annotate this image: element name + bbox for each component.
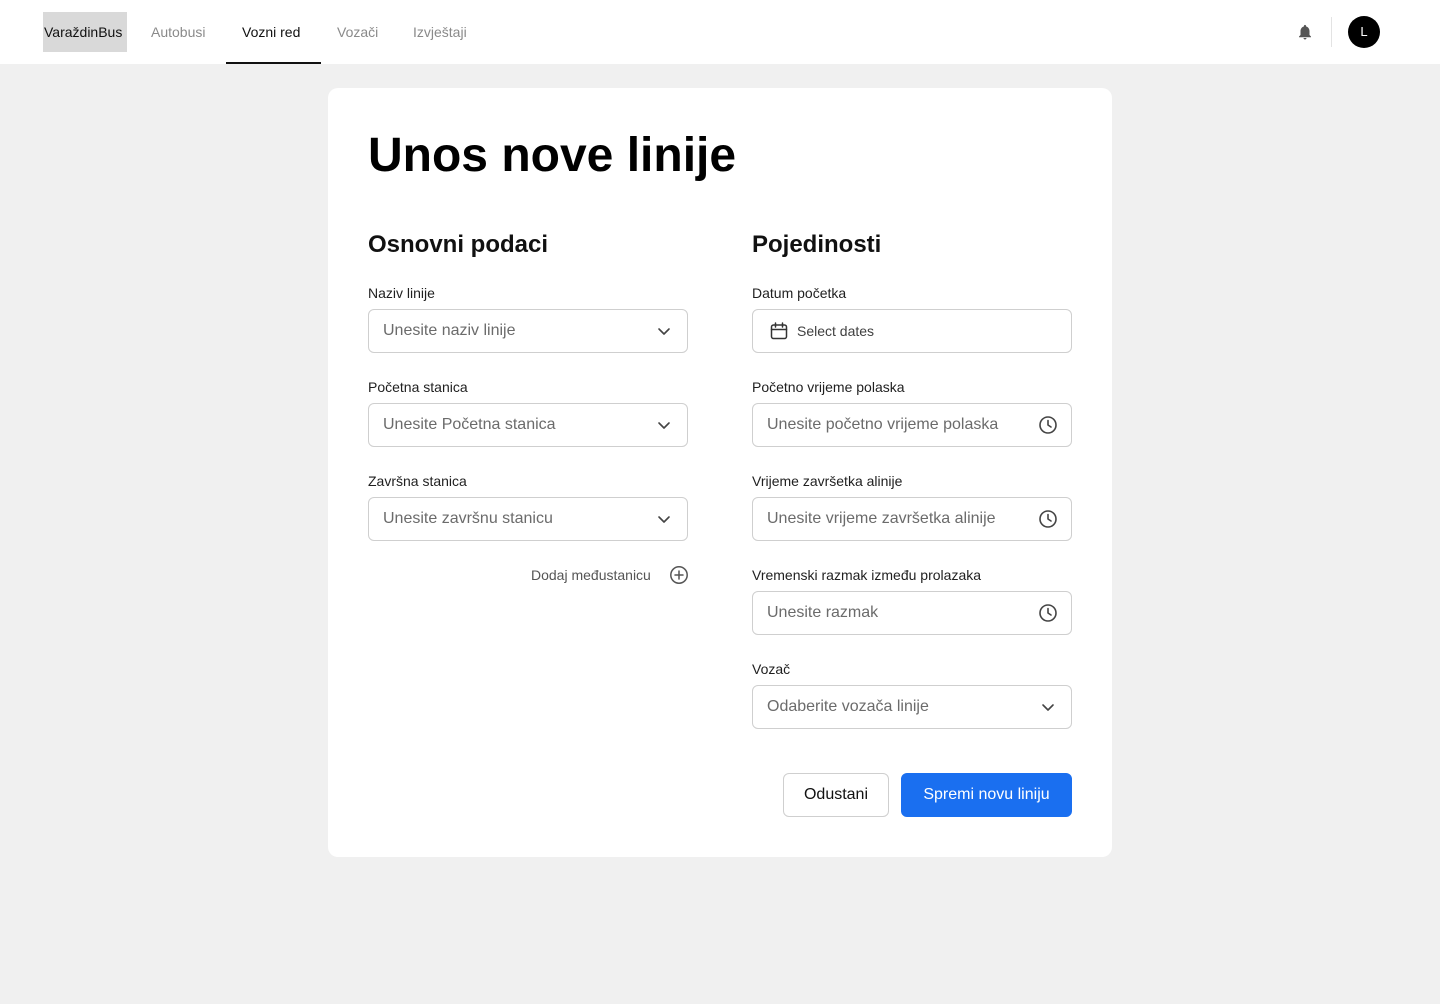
start-station-label: Početna stanica	[368, 379, 468, 395]
chevron-down-icon	[658, 516, 670, 523]
end-time-placeholder: Unesite vrijeme završetka alinije	[767, 510, 996, 527]
add-intermediate-stop-button[interactable]: Dodaj međustanicu	[531, 562, 689, 588]
nav-item-autobusi[interactable]: Autobusi	[151, 0, 205, 64]
nav-item-vozni-red[interactable]: Vozni red	[242, 0, 300, 64]
chevron-down-icon	[658, 422, 670, 429]
clock-icon	[1039, 416, 1057, 434]
start-station-select[interactable]: Unesite Početna stanica	[368, 403, 688, 447]
add-intermediate-stop-label: Dodaj međustanicu	[531, 567, 651, 583]
chevron-down-icon	[1042, 704, 1054, 711]
end-time-input[interactable]: Unesite vrijeme završetka alinije	[752, 497, 1072, 541]
active-nav-indicator	[226, 62, 321, 64]
end-station-label: Završna stanica	[368, 473, 467, 489]
start-date-label: Datum početka	[752, 285, 847, 301]
nav-item-izvjestaji[interactable]: Izvještaji	[413, 0, 467, 64]
interval-placeholder: Unesite razmak	[767, 604, 879, 621]
clock-icon	[1039, 510, 1057, 528]
driver-placeholder: Odaberite vozača linije	[767, 698, 929, 715]
start-station-placeholder: Unesite Početna stanica	[383, 416, 556, 433]
new-line-form-card: Unos nove linije Osnovni podaci Naziv li…	[328, 88, 1112, 857]
plus-circle-icon	[670, 566, 688, 584]
basic-data-heading: Osnovni podaci	[368, 231, 549, 258]
top-navigation-bar: VaraždinBus Autobusi Vozni red Vozači Iz…	[0, 0, 1440, 64]
interval-label: Vremenski razmak između prolazaka	[752, 567, 982, 583]
brand-logo[interactable]: VaraždinBus	[43, 12, 127, 52]
line-name-select[interactable]: Unesite naziv linije	[368, 309, 688, 353]
chevron-down-icon	[658, 328, 670, 335]
start-time-label: Početno vrijeme polaska	[752, 379, 905, 395]
bell-icon[interactable]	[1296, 23, 1314, 41]
cancel-button[interactable]: Odustani	[783, 773, 889, 817]
start-time-input[interactable]: Unesite početno vrijeme polaska	[752, 403, 1072, 447]
nav-item-vozaci[interactable]: Vozači	[337, 0, 378, 64]
header-divider	[1331, 17, 1332, 47]
calendar-icon	[770, 322, 788, 340]
line-name-label: Naziv linije	[368, 285, 435, 301]
end-station-select[interactable]: Unesite završnu stanicu	[368, 497, 688, 541]
start-date-picker[interactable]: Select dates	[752, 309, 1072, 353]
start-time-placeholder: Unesite početno vrijeme polaska	[767, 416, 999, 433]
page-title: Unos nove linije	[368, 129, 737, 182]
clock-icon	[1039, 604, 1057, 622]
details-heading: Pojedinosti	[752, 231, 882, 258]
interval-input[interactable]: Unesite razmak	[752, 591, 1072, 635]
end-station-placeholder: Unesite završnu stanicu	[383, 510, 553, 527]
driver-label: Vozač	[752, 661, 791, 677]
line-name-placeholder: Unesite naziv linije	[383, 322, 516, 339]
driver-select[interactable]: Odaberite vozača linije	[752, 685, 1072, 729]
start-date-placeholder: Select dates	[797, 323, 875, 339]
save-new-line-button[interactable]: Spremi novu liniju	[901, 773, 1072, 817]
end-time-label: Vrijeme završetka alinije	[752, 473, 903, 489]
user-avatar[interactable]: L	[1348, 16, 1380, 48]
